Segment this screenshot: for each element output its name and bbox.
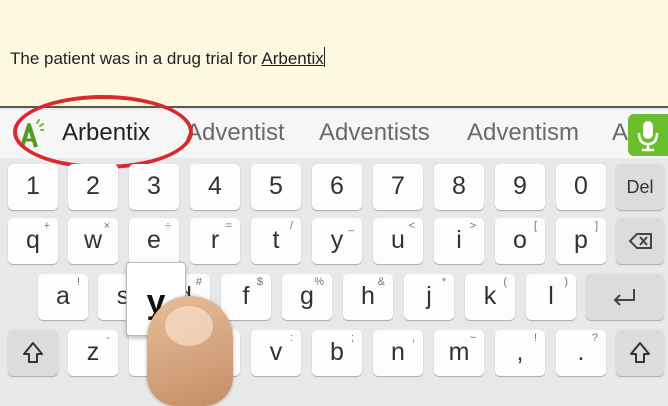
key-b[interactable]: b; [312, 330, 362, 376]
microphone-icon [637, 121, 659, 152]
key-r[interactable]: r = [190, 218, 240, 264]
enter-icon [613, 289, 635, 306]
key-9[interactable]: 9 [495, 164, 545, 210]
key-6[interactable]: 6 [312, 164, 362, 210]
key-e[interactable]: e ÷ [129, 218, 179, 264]
key-3[interactable]: 3 [129, 164, 179, 210]
key-5[interactable]: 5 [251, 164, 301, 210]
key-k[interactable]: k( [465, 274, 515, 320]
key-o[interactable]: o[ [495, 218, 545, 264]
key-a[interactable]: a! [38, 274, 88, 320]
key-i[interactable]: i > [434, 218, 484, 264]
key-y[interactable]: y _ [312, 218, 362, 264]
key-w[interactable]: w × [68, 218, 118, 264]
suggestion-5[interactable]: A [612, 119, 628, 147]
key-8[interactable]: 8 [434, 164, 484, 210]
key-n[interactable]: n, [373, 330, 423, 376]
finger-pointer [147, 296, 233, 406]
key-1[interactable]: 1 [8, 164, 58, 210]
key-h[interactable]: h & [343, 274, 393, 320]
text-editor[interactable]: The patient was in a drug trial for Arbe… [0, 0, 668, 108]
backspace-icon [628, 233, 652, 249]
key-l[interactable]: l) [526, 274, 576, 320]
shift-key[interactable] [8, 330, 58, 376]
key-z[interactable]: z- [68, 330, 118, 376]
shift-icon [23, 342, 43, 363]
key-m[interactable]: m ~ [434, 330, 484, 376]
key-t[interactable]: t / [251, 218, 301, 264]
text-cursor [323, 47, 325, 67]
highlight-circle [13, 95, 193, 169]
key-2[interactable]: 2 [68, 164, 118, 210]
suggestion-4[interactable]: Adventism [467, 119, 579, 147]
key-j[interactable]: j * [404, 274, 454, 320]
shift-key-right[interactable] [616, 330, 664, 376]
editor-text: The patient was in a drug trial for Arbe… [10, 47, 325, 69]
key-u[interactable]: u < [373, 218, 423, 264]
composing-word: Arbentix [261, 49, 324, 68]
delete-key[interactable]: Del [616, 164, 664, 210]
editor-text-prefix: The patient was in a drug trial for [10, 49, 262, 68]
key-comma[interactable]: ,! [495, 330, 545, 376]
key-f[interactable]: f $ [221, 274, 271, 320]
key-4[interactable]: 4 [190, 164, 240, 210]
backspace-key[interactable] [616, 218, 664, 264]
fingernail [165, 306, 213, 346]
key-q[interactable]: q + [8, 218, 58, 264]
suggestion-3[interactable]: Adventists [319, 119, 430, 147]
key-p[interactable]: p] [556, 218, 606, 264]
suggestion-2[interactable]: Adventist [186, 119, 285, 147]
key-0[interactable]: 0 [556, 164, 606, 210]
enter-key[interactable] [586, 274, 664, 320]
voice-input-button[interactable] [628, 114, 668, 156]
shift-icon [630, 342, 650, 363]
key-g[interactable]: g% [282, 274, 332, 320]
key-7[interactable]: 7 [373, 164, 423, 210]
key-v[interactable]: v: [251, 330, 301, 376]
key-period[interactable]: .? [556, 330, 606, 376]
